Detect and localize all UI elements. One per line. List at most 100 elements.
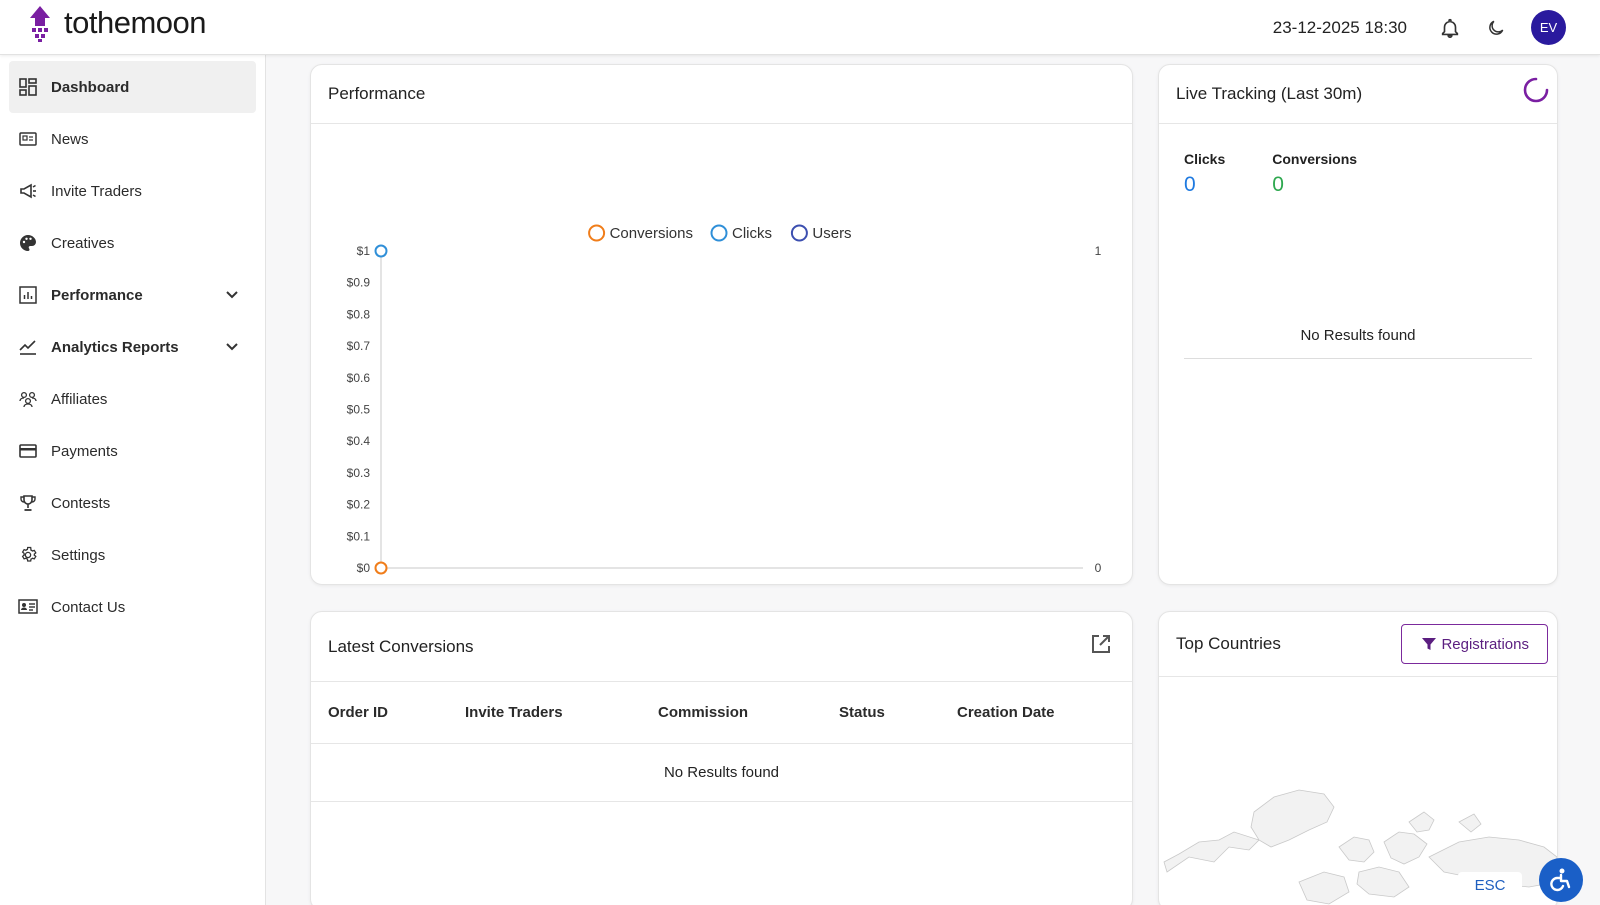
sidebar-item-analytics-reports[interactable]: Analytics Reports [9,321,256,373]
sidebar-item-creatives[interactable]: Creatives [9,217,256,269]
sidebar-item-label: Dashboard [51,78,130,96]
esc-chip[interactable]: ESC [1458,872,1522,898]
credit-card-icon [18,441,38,461]
legend-label: Users [812,225,851,242]
loading-spinner-icon [1523,77,1549,103]
top-countries-title: Top Countries [1176,634,1281,653]
data-point-conversions [374,561,388,575]
clicks-label: Clicks [1184,151,1226,167]
conversions-empty-message: No Results found [311,744,1132,802]
chevron-down-icon[interactable] [222,337,242,357]
y-tick-label: $0.5 [347,403,371,417]
line-chart-icon [18,337,38,357]
sidebar-item-contests[interactable]: Contests [9,477,256,529]
top-countries-header: Top Countries Registrations [1159,612,1557,677]
sidebar-item-news[interactable]: News [9,113,256,165]
performance-card-header: Performance [311,65,1132,124]
sidebar-item-performance[interactable]: Performance [9,269,256,321]
y-tick-label: $0.7 [347,339,371,353]
conversions-stat: Conversions 0 [1272,151,1357,197]
sidebar-item-label: Payments [51,442,118,460]
sidebar-item-settings[interactable]: Settings [9,529,256,581]
y-tick-label: $0.6 [347,371,371,385]
sidebar-item-label: Contests [51,494,111,512]
column-order-id[interactable]: Order ID [328,704,465,721]
column-invite-traders[interactable]: Invite Traders [465,704,658,721]
trophy-icon [18,493,38,513]
sidebar-item-label: Invite Traders [51,182,142,200]
top-bar: tothemoon 23-12-2025 18:30 EV [0,0,1600,55]
live-tracking-card: Live Tracking (Last 30m) Clicks 0 Conver… [1158,64,1558,585]
sidebar-item-label: Settings [51,546,106,564]
y-tick-label: $1 [357,244,371,258]
latest-conversions-title: Latest Conversions [328,636,474,656]
current-datetime: 23-12-2025 18:30 [1272,17,1407,37]
dashboard-icon [18,77,38,97]
sidebar-item-payments[interactable]: Payments [9,425,256,477]
top-countries-card: Top Countries Registrations [1158,611,1558,905]
sidebar-item-label: Analytics Reports [51,338,179,356]
logo[interactable]: tothemoon [26,4,207,42]
gear-icon [18,545,38,565]
bell-icon [1441,18,1459,38]
legend-label: Clicks [732,225,772,242]
news-icon [18,129,38,149]
megaphone-icon [18,181,38,201]
theme-toggle-button[interactable] [1479,11,1513,45]
chevron-down-icon[interactable] [222,285,242,305]
latest-conversions-header: Latest Conversions [311,612,1132,682]
legend-marker [790,224,808,242]
legend-label: Conversions [610,225,693,242]
y-tick-label: $0.3 [347,466,371,480]
y-tick-label: $0.8 [347,307,371,321]
y-right-tick-label: 1 [1095,244,1102,258]
sidebar-item-label: Creatives [51,234,115,252]
sidebar-item-label: Contact Us [51,598,126,616]
world-map[interactable] [1159,672,1558,905]
bar-chart-icon [18,285,38,305]
conversions-label: Conversions [1272,151,1358,167]
live-stats: Clicks 0 Conversions 0 [1184,151,1357,197]
sidebar-item-label: News [51,130,89,148]
clicks-value: 0 [1184,173,1196,196]
moon-icon [1489,20,1504,35]
filter-icon [1422,638,1437,650]
sidebar-item-affiliates[interactable]: Affiliates [9,373,256,425]
open-external-icon[interactable] [1089,632,1113,656]
sidebar-item-contact-us[interactable]: Contact Us [9,581,256,633]
y-tick-label: $0 [357,561,371,575]
notifications-button[interactable] [1433,11,1467,45]
y-tick-label: $0.1 [347,529,371,543]
y-tick-label: $0.9 [347,276,371,290]
legend-marker [710,224,728,242]
header-actions: 23-12-2025 18:30 EV [1273,10,1566,45]
latest-conversions-card: Latest Conversions Order ID Invite Trade… [310,611,1133,905]
sidebar-item-label: Affiliates [51,390,108,408]
y-right-tick-label: 0 [1095,561,1102,575]
accessibility-icon [1550,868,1571,892]
clicks-stat: Clicks 0 [1184,151,1225,197]
column-status[interactable]: Status [839,704,957,721]
rocket-logo-icon [30,6,50,42]
sidebar: Dashboard News Invite Traders Creatives … [0,55,266,905]
accessibility-button[interactable] [1539,858,1583,902]
palette-icon [18,233,38,253]
y-tick-label: $0.4 [347,434,371,448]
live-empty-message: No Results found [1184,327,1532,359]
sidebar-item-invite-traders[interactable]: Invite Traders [9,165,256,217]
column-commission[interactable]: Commission [658,704,839,721]
contact-card-icon [18,597,38,617]
performance-chart[interactable]: $0 $0.1 $0.2 $0.3 $0.4 $0.5 $0.6 $0.7 $0.8 $0.9 $1… [311,124,1133,585]
data-point-clicks [374,244,388,258]
conversions-value: 0 [1272,173,1284,196]
sidebar-item-dashboard[interactable]: Dashboard [9,61,256,113]
registrations-filter-button[interactable]: Registrations [1401,624,1548,664]
legend-marker [588,224,606,242]
group-icon [18,389,38,409]
performance-card: Performance $0 $0.1 $0.2 $0.3 $0.4 $0.5 $0.6 $0… [310,64,1133,585]
column-creation-date[interactable]: Creation Date [957,704,1055,721]
live-tracking-title: Live Tracking (Last 30m) [1176,84,1363,103]
conversions-table-header: Order ID Invite Traders Commission Statu… [311,682,1132,744]
user-avatar[interactable]: EV [1531,10,1566,45]
performance-title: Performance [328,84,426,103]
